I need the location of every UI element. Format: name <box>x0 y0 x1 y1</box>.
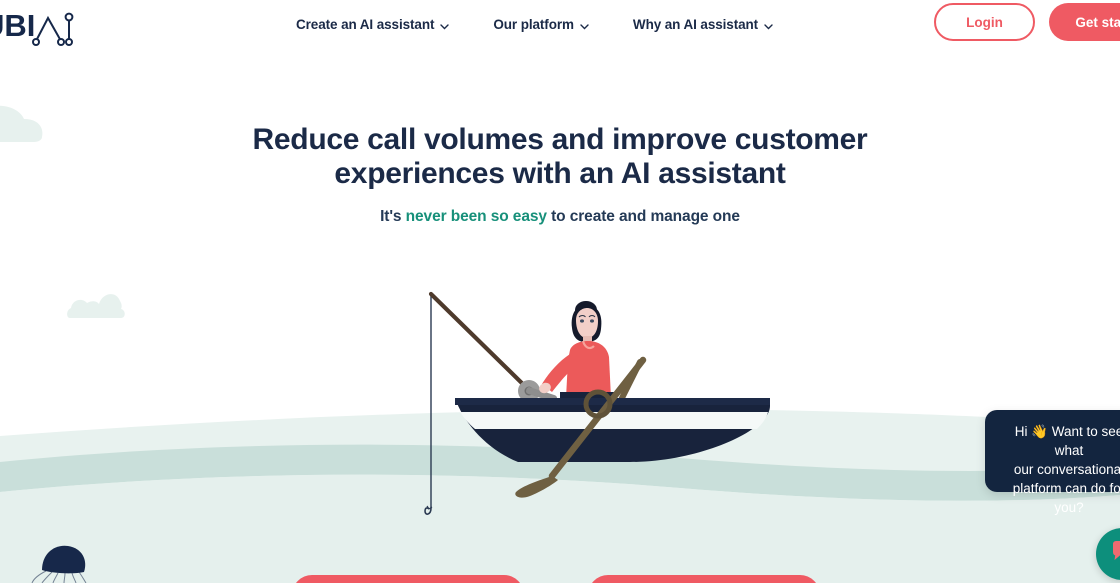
chat-greeting-bubble[interactable]: Hi 👋 Want to see what our conversational… <box>985 410 1120 515</box>
page-title: Reduce call volumes and improve customer… <box>160 123 960 191</box>
chevron-down-icon <box>580 19 589 30</box>
cta-primary-button[interactable] <box>292 575 524 583</box>
chat-message-line-1: Hi 👋 Want to see what <box>1014 424 1120 458</box>
chat-message-line-2: our conversational <box>1013 462 1120 477</box>
cta-secondary-button[interactable] <box>588 575 820 583</box>
login-button[interactable]: Login <box>934 3 1035 41</box>
hero-illustration <box>400 280 800 530</box>
chat-message-line-3: platform can do for you? <box>1012 481 1120 515</box>
cloud-icon <box>0 77 90 142</box>
page-title-line-1: Reduce call volumes and improve customer <box>252 123 868 156</box>
page-subtitle: It's never been so easy to create and ma… <box>160 208 960 226</box>
subtitle-suffix: to create and manage one <box>546 208 740 225</box>
nav-item-create-an-ai-assistant[interactable]: Create an AI assistant <box>296 17 450 32</box>
get-started-button[interactable]: Get started <box>1049 3 1120 41</box>
nav-label: Create an AI assistant <box>296 17 435 32</box>
nav-label: Why an AI assistant <box>632 17 759 32</box>
site-header: UBI Create an AI assistant <box>0 0 1120 53</box>
cta-button-row <box>0 575 1120 583</box>
chevron-down-icon <box>764 19 773 30</box>
logo-wordmark: UBI <box>0 8 35 43</box>
nav-item-our-platform[interactable]: Our platform <box>493 17 589 32</box>
cloud-icon <box>66 292 136 318</box>
brand-logo[interactable]: UBI <box>0 6 92 46</box>
chat-bubble-icon <box>1109 539 1120 570</box>
main-navigation: Create an AI assistant Our platform Why … <box>296 17 773 32</box>
nav-label: Our platform <box>493 17 574 32</box>
chevron-down-icon <box>440 19 450 30</box>
page-title-line-2: experiences with an AI assistant <box>334 157 786 190</box>
subtitle-prefix: It's <box>380 208 406 225</box>
subtitle-accent: never been so easy <box>405 208 547 225</box>
page-root: UBI Create an AI assistant <box>0 0 1120 583</box>
nav-item-why-an-ai-assistant[interactable]: Why an AI assistant <box>633 17 773 32</box>
